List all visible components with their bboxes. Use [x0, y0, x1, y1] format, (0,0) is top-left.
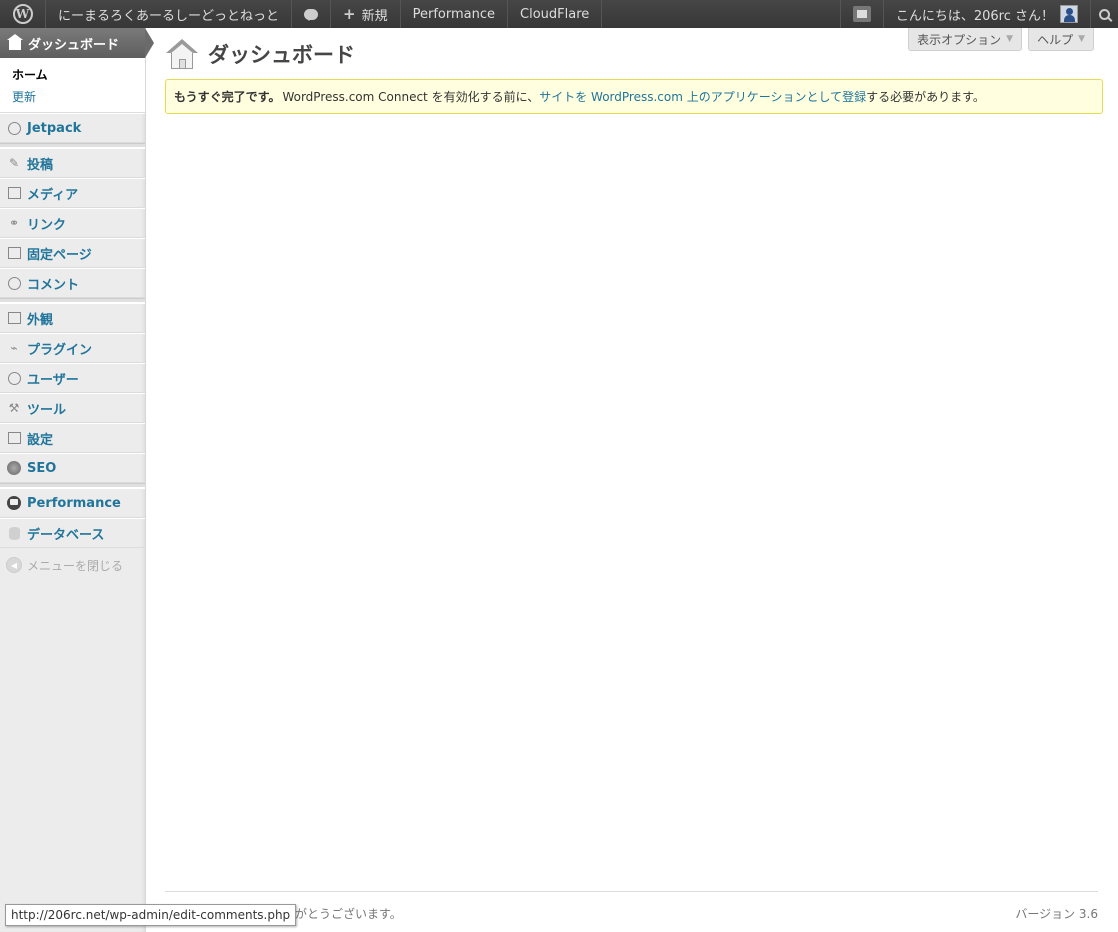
chevron-down-icon: ▼	[1078, 34, 1085, 44]
jetpack-notice: もうすぐ完了です。 WordPress.com Connect を有効化する前に…	[165, 79, 1103, 114]
sidebar-item-performance[interactable]: Performance	[0, 488, 145, 518]
sidebar-item-label: データベース	[27, 527, 105, 543]
sidebar-item-label: ダッシュボード	[28, 37, 120, 53]
plugin-icon: ⌁	[10, 341, 18, 355]
pages-icon	[6, 245, 22, 261]
page-heading: ダッシュボード	[166, 38, 355, 70]
footer: がとうございます。 バージョン 3.6	[165, 891, 1098, 932]
collapse-menu-label: メニューを閉じる	[27, 558, 124, 573]
settings-icon	[6, 430, 22, 446]
sidebar-item-media[interactable]: メディア	[0, 178, 145, 208]
site-name-link[interactable]: にーまるろくあーるしーどっとねっと	[46, 0, 293, 28]
sidebar-item-settings[interactable]: 設定	[0, 423, 145, 453]
admin-sidebar: ダッシュボード ホーム 更新 Jetpack ✎ 投稿 メディア ⚭ リンク 固…	[0, 28, 154, 932]
submenu-home[interactable]: ホーム	[12, 64, 145, 86]
notice-strong: もうすぐ完了です。	[174, 90, 281, 104]
seo-icon	[6, 460, 22, 476]
sidebar-item-label: ユーザー	[27, 372, 79, 388]
performance-menu[interactable]: Performance	[401, 0, 508, 28]
comment-icon	[6, 275, 22, 291]
sidebar-item-label: 固定ページ	[27, 247, 92, 263]
pushpin-icon: ✎	[8, 156, 20, 170]
performance-icon	[6, 495, 22, 511]
collapse-arrow-icon: ◀	[6, 557, 22, 573]
sidebar-item-plugins[interactable]: ⌁ プラグイン	[0, 333, 145, 363]
adminbar-spacer	[602, 0, 840, 28]
new-content-label: 新規	[361, 8, 388, 24]
chevron-down-icon: ▼	[1006, 34, 1014, 44]
sidebar-item-label: メディア	[27, 187, 79, 203]
admin-bar: W にーまるろくあーるしーどっとねっと + 新規 Performance Clo…	[0, 0, 1118, 28]
dashboard-submenu: ホーム 更新	[0, 58, 145, 113]
sidebar-item-label: Jetpack	[27, 120, 82, 136]
sidebar-item-label: 外観	[27, 312, 54, 328]
plus-icon: +	[343, 5, 356, 23]
search-icon	[1099, 8, 1110, 20]
register-app-link[interactable]: サイトを WordPress.com 上のアプリケーションとして登録	[539, 88, 866, 105]
help-button[interactable]: ヘルプ ▼	[1028, 28, 1094, 51]
wordpress-logo-icon: W	[12, 4, 33, 24]
sidebar-item-label: コメント	[27, 277, 80, 293]
sidebar-item-links[interactable]: ⚭ リンク	[0, 208, 145, 238]
search-menu[interactable]	[1090, 0, 1118, 28]
wordpress-logo-menu[interactable]: W	[0, 0, 46, 28]
screen-meta-links: 表示オプション ▼ ヘルプ ▼	[908, 28, 1094, 51]
appearance-icon	[6, 310, 22, 326]
link-icon: ⚭	[8, 216, 20, 230]
sidebar-item-label: リンク	[27, 217, 67, 233]
sidebar-item-seo[interactable]: SEO	[0, 453, 145, 483]
sidebar-item-posts[interactable]: ✎ 投稿	[0, 148, 145, 178]
screen-options-label: 表示オプション	[917, 32, 1002, 47]
sidebar-item-pages[interactable]: 固定ページ	[0, 238, 145, 268]
page-title: ダッシュボード	[208, 44, 355, 67]
sidebar-item-comments[interactable]: コメント	[0, 268, 145, 298]
help-label: ヘルプ	[1037, 32, 1074, 47]
sidebar-item-dashboard[interactable]: ダッシュボード	[0, 28, 154, 58]
sidebar-item-tools[interactable]: ⚒ ツール	[0, 393, 145, 423]
collapse-menu-button[interactable]: ◀ メニューを閉じる	[0, 548, 145, 582]
cloudflare-menu[interactable]: CloudFlare	[508, 0, 603, 28]
sidebar-item-appearance[interactable]: 外観	[0, 303, 145, 333]
sidebar-item-database[interactable]: データベース	[0, 518, 145, 548]
sidebar-item-label: プラグイン	[27, 342, 93, 358]
users-icon	[6, 370, 22, 386]
tools-icon: ⚒	[8, 401, 20, 415]
notice-text-before: WordPress.com Connect を有効化する前に、	[282, 90, 540, 104]
my-account-menu[interactable]: こんにちは、206rc さん！	[882, 0, 1090, 28]
notice-text-after: する必要があります。	[866, 90, 985, 104]
status-bar-url: http://206rc.net/wp-admin/edit-comments.…	[5, 904, 297, 926]
media-icon	[6, 185, 22, 201]
comment-bubble-icon	[304, 8, 319, 21]
sidebar-item-label: 投稿	[27, 157, 54, 173]
sidebar-item-users[interactable]: ユーザー	[0, 363, 145, 393]
screen-options-button[interactable]: 表示オプション ▼	[908, 28, 1023, 51]
sidebar-item-label: SEO	[27, 460, 57, 476]
dashboard-house-icon	[166, 38, 198, 70]
sidebar-item-jetpack[interactable]: Jetpack	[0, 113, 145, 143]
sidebar-item-label: 設定	[27, 432, 54, 448]
home-icon	[7, 34, 23, 51]
comments-menu[interactable]	[292, 0, 332, 28]
notification-icon	[852, 6, 871, 22]
submenu-updates[interactable]: 更新	[12, 86, 145, 108]
footer-thanks: がとうございます。	[295, 907, 402, 921]
footer-version: バージョン 3.6	[1015, 907, 1098, 921]
greeting-text: こんにちは、206rc さん！	[895, 8, 1054, 24]
new-content-menu[interactable]: + 新規	[331, 0, 401, 28]
sidebar-item-label: Performance	[27, 495, 121, 511]
notifications-menu[interactable]	[839, 0, 883, 28]
sidebar-item-label: ツール	[27, 402, 67, 418]
avatar	[1060, 5, 1078, 23]
database-icon	[6, 525, 22, 541]
jetpack-icon	[6, 120, 22, 136]
